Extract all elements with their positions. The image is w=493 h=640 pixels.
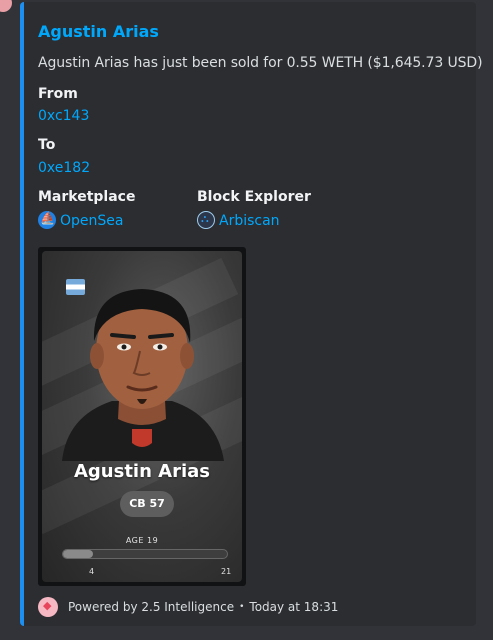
- sale-embed: Agustin Arias Agustin Arias has just bee…: [20, 2, 483, 626]
- block-explorer-link[interactable]: Arbiscan: [197, 211, 280, 229]
- from-label: From: [38, 86, 78, 102]
- marketplace-label: Marketplace: [38, 189, 136, 205]
- block-explorer-label: Block Explorer: [197, 189, 311, 205]
- player-card-image[interactable]: Agustin Arias CB 57 AGE 19 4 21: [38, 247, 246, 586]
- age-max-label: 21: [221, 567, 232, 576]
- avatar[interactable]: [0, 0, 12, 12]
- sale-description: Agustin Arias has just been sold for 0.5…: [38, 55, 483, 71]
- age-min-label: 4: [89, 567, 95, 576]
- arbitrum-icon: [197, 211, 215, 229]
- card-player-name: Agustin Arias: [73, 461, 211, 482]
- from-address-link[interactable]: 0xc143: [38, 108, 89, 124]
- opensea-icon: [38, 211, 56, 229]
- block-explorer-link-text: Arbiscan: [219, 213, 280, 229]
- footer-separator: •: [239, 602, 245, 612]
- footer-powered-by: Powered by 2.5 Intelligence: [68, 600, 235, 614]
- embed-footer: Powered by 2.5 Intelligence • Today at 1…: [38, 596, 338, 618]
- age-progress-fill: [63, 550, 93, 558]
- to-label: To: [38, 137, 56, 153]
- player-portrait: [62, 289, 224, 461]
- to-address-link[interactable]: 0xe182: [38, 160, 90, 176]
- player-card: Agustin Arias CB 57 AGE 19 4 21: [42, 251, 242, 582]
- position-rating-badge: CB 57: [120, 491, 174, 517]
- marketplace-link-text: OpenSea: [60, 213, 124, 229]
- age-label: AGE 19: [125, 536, 159, 545]
- age-progress-bar: [62, 549, 228, 559]
- marketplace-link[interactable]: OpenSea: [38, 211, 123, 229]
- footer-timestamp: Today at 18:31: [249, 600, 339, 614]
- embed-title-link[interactable]: Agustin Arias: [38, 22, 159, 41]
- intelligence-logo-icon: [38, 597, 58, 617]
